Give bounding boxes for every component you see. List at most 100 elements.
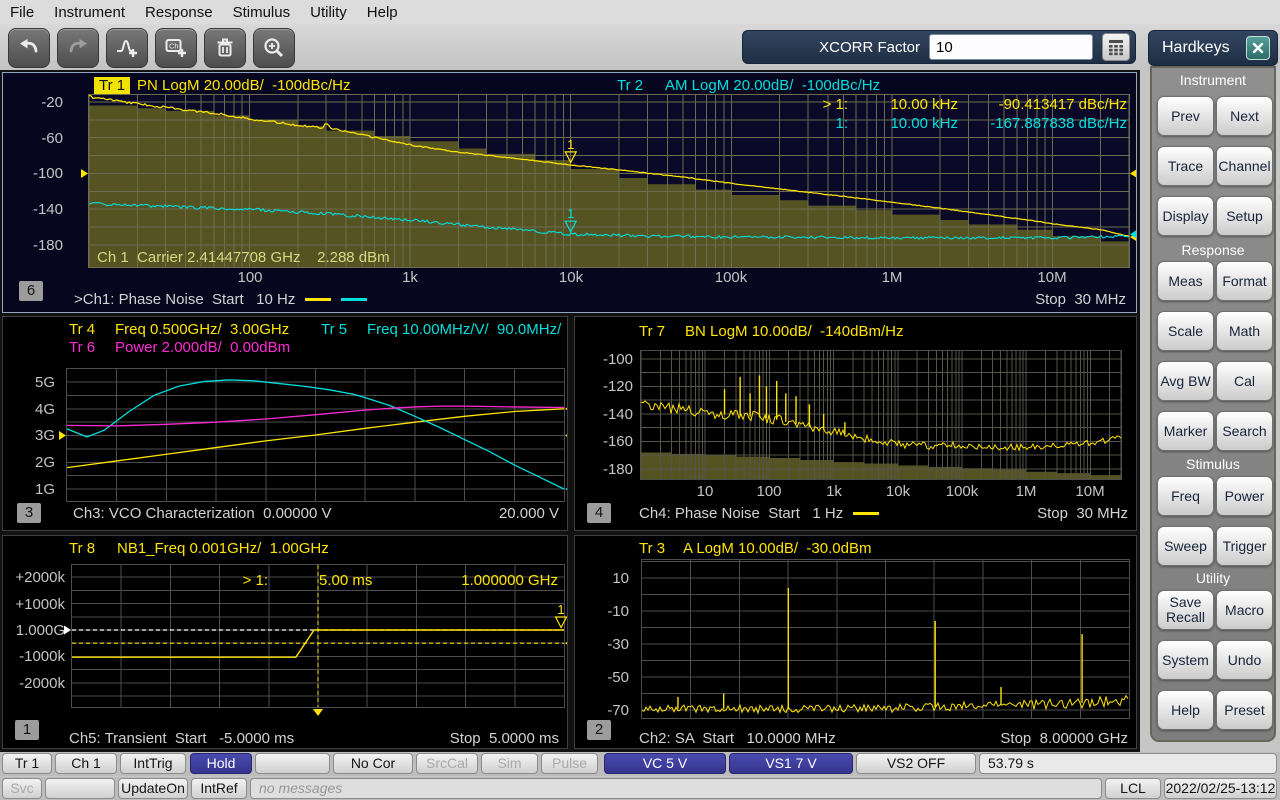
panel-vco-ch3[interactable]: Tr 4 Freq 0.500GHz/ 3.00GHz Tr 5 Freq 10… [2, 316, 568, 531]
status-trigger-source[interactable]: IntTrig [120, 753, 186, 774]
transient-footer-left: Ch5: Transient Start -5.0000 ms [69, 730, 294, 747]
status-hold[interactable]: Hold [190, 753, 252, 774]
trace2-tag[interactable]: Tr 2 [617, 77, 643, 94]
trace7-tag[interactable]: Tr 7 [639, 323, 665, 340]
close-icon[interactable] [1246, 36, 1270, 60]
status-vs1[interactable]: VS1 7 V [729, 753, 853, 774]
add-trace-icon [115, 36, 139, 60]
svg-text:1: 1 [557, 602, 564, 617]
menu-response[interactable]: Response [145, 4, 213, 21]
add-channel-icon: Ch [164, 36, 188, 60]
keypad-button[interactable] [1102, 33, 1130, 61]
vco-plot[interactable] [66, 368, 565, 502]
bn-plot[interactable] [640, 350, 1122, 480]
status-empty-2[interactable] [45, 778, 115, 799]
hardkey-display[interactable]: Display [1157, 196, 1214, 236]
panel-number-badge: 3 [17, 503, 41, 523]
y-tick: -70 [581, 702, 629, 719]
status-ref[interactable]: IntRef [191, 778, 247, 799]
undo-button[interactable] [8, 28, 50, 68]
trace8-tag[interactable]: Tr 8 [69, 540, 95, 557]
redo-icon [66, 36, 90, 60]
trace5-tag[interactable]: Tr 5 [321, 321, 347, 338]
trash-icon [213, 36, 237, 60]
sa-footer-right: Stop 8.00000 GHz [1000, 730, 1128, 747]
panel-sa-ch2[interactable]: Tr 3 A LogM 10.00dB/ -30.0dBm 10 -10 -30… [574, 535, 1137, 749]
sa-footer-left: Ch2: SA Start 10.0000 MHz [639, 730, 836, 747]
hardkey-save-recall[interactable]: Save Recall [1157, 590, 1214, 630]
hardkey-search[interactable]: Search [1216, 411, 1273, 451]
sa-plot[interactable] [641, 559, 1130, 719]
hardkey-next[interactable]: Next [1216, 96, 1273, 136]
hardkey-help[interactable]: Help [1157, 690, 1214, 730]
hardkey-trace[interactable]: Trace [1157, 146, 1214, 186]
trace6-tag[interactable]: Tr 6 [69, 339, 95, 356]
trace3-tag[interactable]: Tr 3 [639, 540, 665, 557]
hardkey-marker[interactable]: Marker [1157, 411, 1214, 451]
add-channel-button[interactable]: Ch [155, 28, 197, 68]
y-tick: 5G [13, 374, 55, 391]
hardkey-math[interactable]: Math [1216, 311, 1273, 351]
toolbar: Ch XCORR Factor [0, 24, 1280, 70]
status-sweep-time: 53.79 s [979, 753, 1277, 774]
hardkey-macro[interactable]: Macro [1216, 590, 1273, 630]
hardkeys-title: Hardkeys [1162, 39, 1230, 57]
panel-phase-noise-ch1[interactable]: Tr 1 PN LogM 20.00dB/ -100dBc/Hz Tr 2 AM… [2, 72, 1137, 313]
hardkey-system[interactable]: System [1157, 640, 1214, 680]
panel-phase-noise-ch4[interactable]: Tr 7 BN LogM 10.00dB/ -140dBm/Hz -100 -1… [574, 316, 1137, 531]
marker-prefix: > 1: [633, 96, 848, 113]
hardkey-meas[interactable]: Meas [1157, 261, 1214, 301]
y-tick: 2G [13, 454, 55, 471]
hardkey-setup[interactable]: Setup [1216, 196, 1273, 236]
vco-footer-right: 20.000 V [499, 505, 559, 522]
hardkey-freq[interactable]: Freq [1157, 476, 1214, 516]
hardkey-sweep[interactable]: Sweep [1157, 526, 1214, 566]
hardkey-preset[interactable]: Preset [1216, 690, 1273, 730]
trace1-tag[interactable]: Tr 1 [94, 77, 130, 95]
y-tick: -60 [23, 130, 63, 147]
panel-transient-ch5[interactable]: Tr 8 NB1_Freq 0.001GHz/ 1.00GHz 1 > 1: 5… [2, 535, 568, 749]
status-vc[interactable]: VC 5 V [604, 753, 726, 774]
status-update[interactable]: UpdateOn [118, 778, 188, 799]
zoom-button[interactable] [253, 28, 295, 68]
hardkey-avg-bw[interactable]: Avg BW [1157, 361, 1214, 401]
menu-utility[interactable]: Utility [310, 4, 347, 21]
status-empty-1[interactable] [255, 753, 330, 774]
x-tick: 100k [691, 269, 771, 286]
status-vs2[interactable]: VS2 OFF [856, 753, 976, 774]
menu-help[interactable]: Help [367, 4, 398, 21]
trace4-tag[interactable]: Tr 4 [69, 321, 95, 338]
carrier-readout: Ch 1 Carrier 2.41447708 GHz 2.288 dBm [97, 249, 390, 266]
status-channel[interactable]: Ch 1 [55, 753, 117, 774]
hardkey-power[interactable]: Power [1216, 476, 1273, 516]
hardkey-format[interactable]: Format [1216, 261, 1273, 301]
y-tick: -100 [23, 165, 63, 182]
x-tick: 10M [1055, 483, 1125, 500]
status-lcl[interactable]: LCL [1105, 778, 1161, 799]
xcorr-factor-input[interactable] [929, 34, 1093, 60]
y-tick: 4G [13, 401, 55, 418]
trace1-title: PN LogM 20.00dB/ -100dBc/Hz [137, 77, 350, 94]
y-tick: -50 [581, 669, 629, 686]
bn-plot-canvas [641, 351, 1121, 479]
marker-freq: 10.00 kHz [848, 96, 958, 113]
bn-footer-left: Ch4: Phase Noise Start 1 Hz [639, 505, 879, 522]
hardkey-trigger[interactable]: Trigger [1216, 526, 1273, 566]
hardkey-prev[interactable]: Prev [1157, 96, 1214, 136]
menu-stimulus[interactable]: Stimulus [233, 4, 291, 21]
redo-button[interactable] [57, 28, 99, 68]
y-tick: -140 [581, 406, 633, 423]
delete-button[interactable] [204, 28, 246, 68]
hardkey-undo[interactable]: Undo [1216, 640, 1273, 680]
menu-file[interactable]: File [10, 4, 34, 21]
status-trace[interactable]: Tr 1 [2, 753, 52, 774]
vco-plot-canvas [67, 369, 564, 501]
hardkey-channel[interactable]: Channel [1216, 146, 1273, 186]
x-tick: 10 [670, 483, 740, 500]
status-no-cor[interactable]: No Cor [333, 753, 413, 774]
add-trace-button[interactable] [106, 28, 148, 68]
hardkey-scale[interactable]: Scale [1157, 311, 1214, 351]
menu-instrument[interactable]: Instrument [54, 4, 125, 21]
svg-text:Ch: Ch [169, 42, 179, 51]
hardkey-cal[interactable]: Cal [1216, 361, 1273, 401]
